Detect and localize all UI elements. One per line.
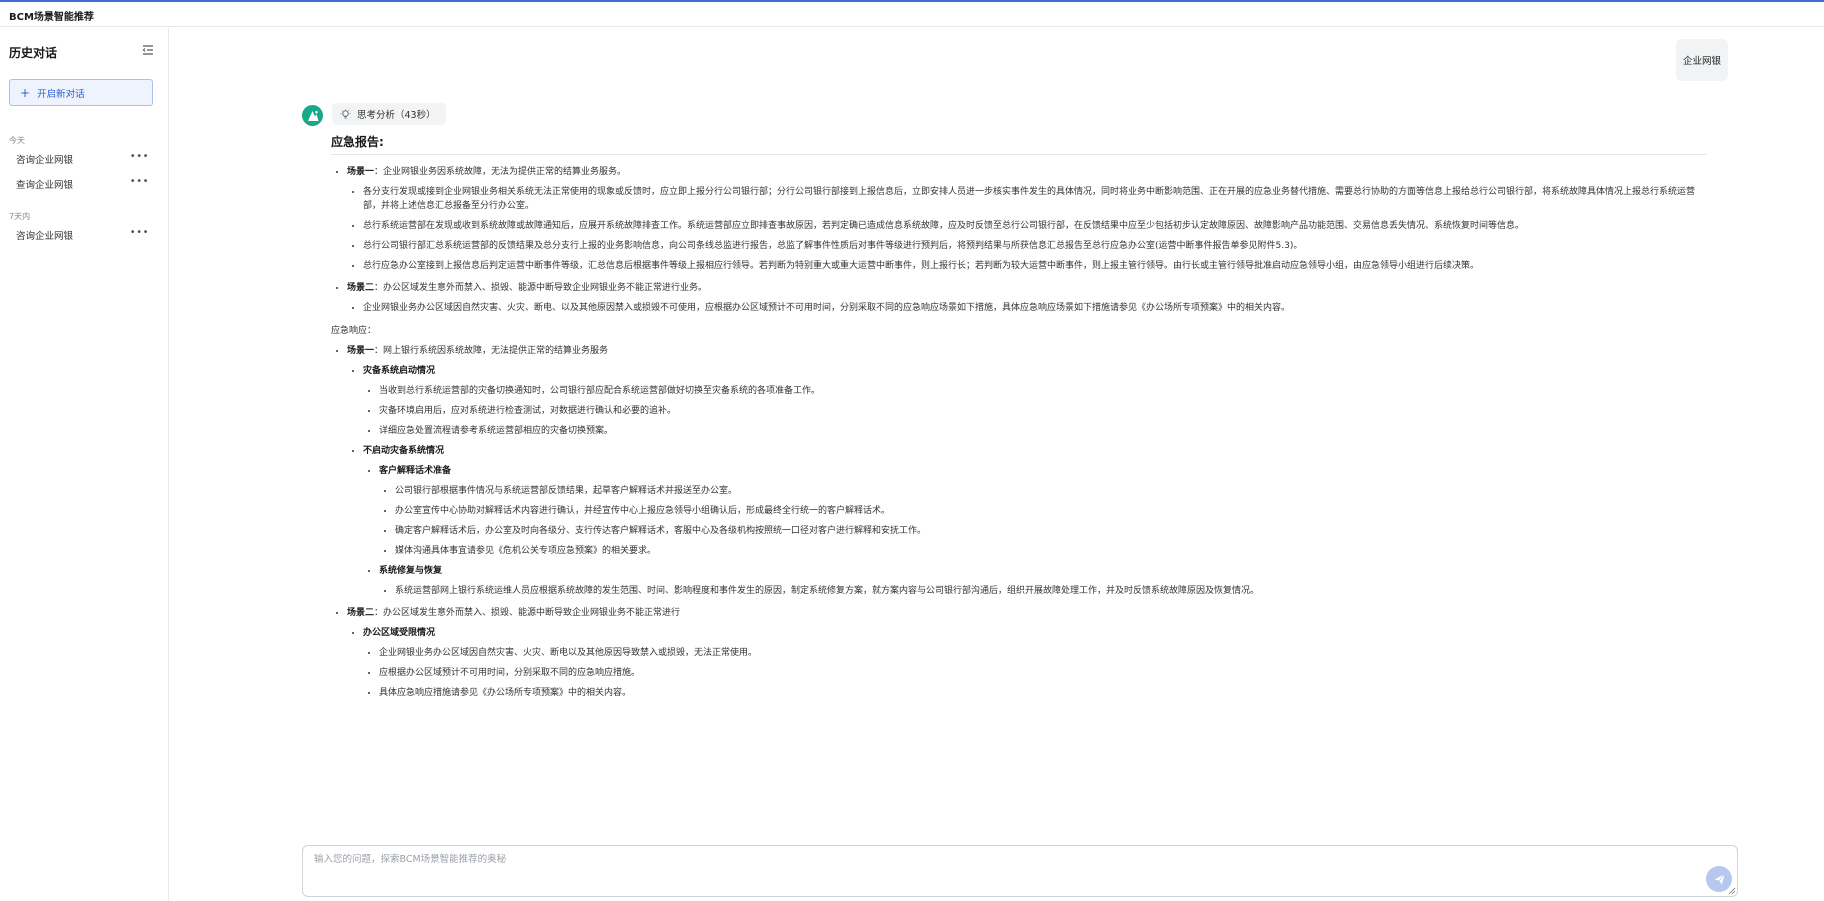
list-item: 总行应急办公室接到上报信息后判定运营中断事件等级，汇总信息后根据事件等级上报相应… [363, 259, 1707, 273]
list-item: 企业网银业务办公区域因自然灾害、火灾、断电、以及其他原因禁入或损毁不可使用，应根… [363, 301, 1707, 315]
list-item: 办公区域受限情况 企业网银业务办公区域因自然灾害、火灾、断电以及其他原因导致禁入… [363, 626, 1707, 700]
plus-icon: + [20, 85, 31, 100]
list-item: 灾备系统启动情况 当收到总行系统运营部的灾备切换通知时，公司银行部应配合系统运营… [363, 364, 1707, 438]
new-chat-label: 开启新对话 [37, 88, 85, 100]
message-input[interactable] [303, 846, 1737, 896]
list-item: 确定客户解释话术后，办公室及时向各级分、支行传达客户解释话术，客服中心及各级机构… [395, 524, 1707, 538]
list-item: 企业网银业务办公区域因自然灾害、火灾、断电以及其他原因导致禁入或损毁，无法正常使… [379, 646, 1707, 660]
section-title: 办公区域受限情况 [363, 628, 436, 638]
list-item: 具体应急响应措施请参见《办公场所专项预案》中的相关内容。 [379, 686, 1707, 700]
send-icon [1713, 873, 1725, 885]
history-item[interactable]: 咨询企业网银 ••• [9, 225, 153, 245]
user-message-bubble: 企业网银 [1676, 39, 1728, 81]
thinking-label: 思考分析（43秒） [357, 110, 436, 121]
list-item: 媒体沟通具体事宜请参见《危机公关专项应急预案》的相关要求。 [395, 544, 1707, 558]
list-item: 灾备环境启用后，应对系统进行检查测试，对数据进行确认和必要的追补。 [379, 404, 1707, 418]
lightbulb-icon [340, 108, 351, 119]
scene-title: 场景一 [347, 167, 375, 177]
new-chat-button[interactable]: + 开启新对话 [9, 79, 153, 106]
response-label: 应急响应： [331, 326, 377, 336]
chat-area: 企业网银 思考分析（43秒） 应急报告: 场景一：企业网银业务因系统故障，无法为… [170, 28, 1824, 901]
section-title: 不启动灾备系统情况 [363, 446, 445, 456]
user-message-text: 企业网银 [1682, 56, 1721, 67]
list-item: 详细应急处置流程请参考系统运营部相应的灾备切换预案。 [379, 424, 1707, 438]
more-dots-icon[interactable]: ••• [130, 227, 149, 238]
scene-title: 场景一 [347, 346, 375, 356]
scene-title: 场景二 [347, 608, 375, 618]
scene-text: ：企业网银业务因系统故障，无法为提供正常的结算业务服务。 [374, 167, 627, 177]
thinking-toggle[interactable]: 思考分析（43秒） [332, 103, 446, 125]
history-item-label: 咨询企业网银 [16, 155, 74, 166]
list-item: 场景二：办公区域发生意外而禁入、损毁、能源中断导致企业网银业务不能正常进行 办公… [347, 606, 1707, 700]
scene-text: ：办公区域发生意外而禁入、损毁、能源中断导致企业网银业务不能正常进行 [374, 608, 681, 618]
assistant-avatar [302, 105, 323, 126]
collapse-sidebar-icon[interactable] [141, 43, 155, 57]
list-item: 各分支行发现或接到企业网银业务相关系统无法正常使用的现象或反馈时，应立即上报分行… [363, 185, 1707, 213]
scene-text: ：网上银行系统因系统故障，无法提供正常的结算业务服务 [374, 346, 609, 356]
app-title: BCM场景智能推荐 [9, 12, 94, 23]
section-title: 灾备系统启动情况 [363, 366, 436, 376]
top-bar: BCM场景智能推荐 [0, 0, 1824, 27]
list-item: 公司银行部根据事件情况与系统运营部反馈结果，起草客户解释话术并报送至办公室。 [395, 484, 1707, 498]
list-item: 总行系统运营部在发现或收到系统故障或故障通知后，应展开系统故障排查工作。系统运营… [363, 219, 1707, 233]
list-item: 不启动灾备系统情况 客户解释话术准备 公司银行部根据事件情况与系统运营部反馈结果… [363, 444, 1707, 598]
scene-title: 场景二 [347, 283, 375, 293]
history-item-label: 咨询企业网银 [16, 231, 74, 242]
history-item[interactable]: 查询企业网银 ••• [9, 174, 153, 194]
history-item[interactable]: 咨询企业网银 ••• [9, 149, 153, 169]
resize-handle-icon[interactable] [1728, 887, 1736, 895]
subsection-title: 客户解释话术准备 [379, 466, 452, 476]
more-dots-icon[interactable]: ••• [130, 151, 149, 162]
subsection-title: 系统修复与恢复 [379, 566, 443, 576]
list-item: 系统修复与恢复 系统运营部网上银行系统运维人员应根据系统故障的发生范围、时间、影… [379, 564, 1707, 598]
list-item: 场景一：网上银行系统因系统故障，无法提供正常的结算业务服务 灾备系统启动情况 当… [347, 344, 1707, 598]
history-group-today: 今天 [9, 136, 25, 145]
sidebar: 历史对话 + 开启新对话 今天 咨询企业网银 ••• 查询企业网银 ••• 7天… [0, 28, 169, 901]
list-item: 当收到总行系统运营部的灾备切换通知时，公司银行部应配合系统运营部做好切换至灾备系… [379, 384, 1707, 398]
list-item: 应根据办公区域预计不可用时间，分别采取不同的应急响应措施。 [379, 666, 1707, 680]
list-item: 办公室宣传中心协助对解释话术内容进行确认，并经宣传中心上报应急领导小组确认后，形… [395, 504, 1707, 518]
list-item: 系统运营部网上银行系统运维人员应根据系统故障的发生范围、时间、影响程度和事件发生… [395, 584, 1707, 598]
list-item: 场景一：企业网银业务因系统故障，无法为提供正常的结算业务服务。 各分支行发现或接… [347, 165, 1707, 273]
scene-text: ：办公区域发生意外而禁入、损毁、能源中断导致企业网银业务不能正常进行业务。 [374, 283, 708, 293]
assistant-message: 应急报告: 场景一：企业网银业务因系统故障，无法为提供正常的结算业务服务。 各分… [331, 133, 1707, 708]
more-dots-icon[interactable]: ••• [130, 176, 149, 187]
history-group-7days: 7天内 [9, 212, 31, 221]
list-item: 客户解释话术准备 公司银行部根据事件情况与系统运营部反馈结果，起草客户解释话术并… [379, 464, 1707, 558]
report-list: 场景一：企业网银业务因系统故障，无法为提供正常的结算业务服务。 各分支行发现或接… [331, 165, 1707, 315]
history-item-label: 查询企业网银 [16, 180, 74, 191]
response-list: 场景一：网上银行系统因系统故障，无法提供正常的结算业务服务 灾备系统启动情况 当… [331, 344, 1707, 700]
message-composer [302, 845, 1738, 897]
list-item: 场景二：办公区域发生意外而禁入、损毁、能源中断导致企业网银业务不能正常进行业务。… [347, 281, 1707, 315]
sidebar-heading: 历史对话 [9, 46, 58, 60]
list-item: 总行公司银行部汇总系统运营部的反馈结果及总分支行上报的业务影响信息，向公司条线总… [363, 239, 1707, 253]
report-title: 应急报告: [331, 133, 1707, 155]
